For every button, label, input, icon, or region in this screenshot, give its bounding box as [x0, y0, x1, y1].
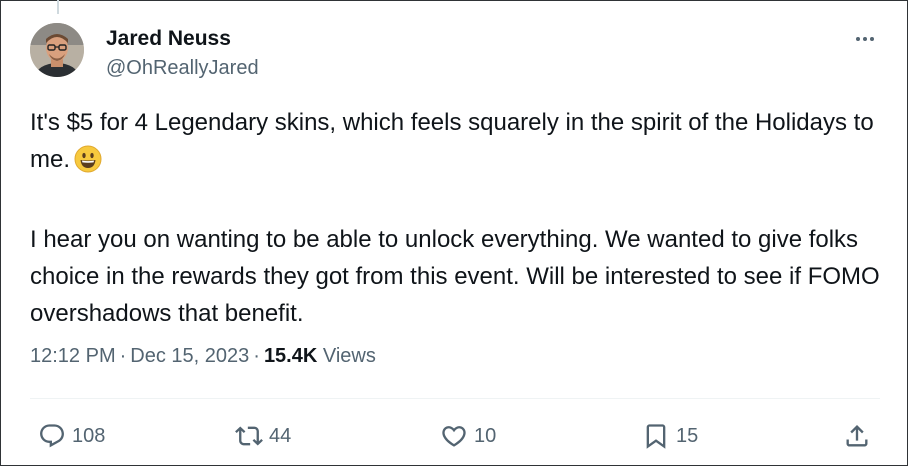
reply-icon	[40, 424, 64, 448]
author-name[interactable]: Jared Neuss	[106, 27, 231, 51]
more-options-button[interactable]	[850, 24, 880, 54]
views-count[interactable]: 15.4K	[264, 345, 317, 367]
share-icon	[846, 425, 868, 447]
tweet-time[interactable]: 12:12 PM	[30, 345, 116, 367]
heart-icon	[442, 426, 466, 447]
avatar-photo	[30, 23, 84, 77]
share-button[interactable]	[843, 414, 871, 458]
views-label: Views	[322, 345, 376, 367]
reply-count: 108	[72, 424, 106, 447]
like-button[interactable]: 10	[440, 414, 496, 458]
separator-dot: ·	[253, 345, 260, 367]
like-count: 10	[474, 424, 497, 447]
repost-count: 44	[269, 424, 292, 447]
separator-dot: ·	[119, 345, 127, 367]
reply-button[interactable]: 108	[38, 414, 105, 458]
grinning-face-emoji	[74, 145, 102, 184]
action-bar: 108 44 10 15	[0, 414, 910, 458]
bookmark-count: 15	[676, 424, 699, 447]
tweet-text: It's $5 for 4 Legendary skins, which fee…	[30, 104, 880, 332]
repost-button[interactable]: 44	[235, 414, 291, 458]
tweet-date[interactable]: Dec 15, 2023	[130, 345, 249, 367]
bookmark-icon	[646, 424, 666, 449]
tweet-paragraph: I hear you on wanting to be able to unlo…	[30, 226, 880, 327]
bookmark-button[interactable]: 15	[642, 414, 698, 458]
thread-connector-line	[57, 0, 59, 14]
tweet-paragraph: It's $5 for 4 Legendary skins, which fee…	[30, 104, 880, 184]
tweet-paragraph-text: It's $5 for 4 Legendary skins, which fee…	[30, 109, 874, 173]
avatar[interactable]	[30, 23, 84, 77]
tweet-metadata: 12:12 PM · Dec 15, 2023 · 15.4K Views	[30, 345, 376, 368]
repost-icon	[235, 426, 263, 446]
divider	[30, 398, 880, 399]
more-dots-icon	[856, 37, 874, 41]
author-handle[interactable]: @OhReallyJared	[106, 57, 259, 80]
